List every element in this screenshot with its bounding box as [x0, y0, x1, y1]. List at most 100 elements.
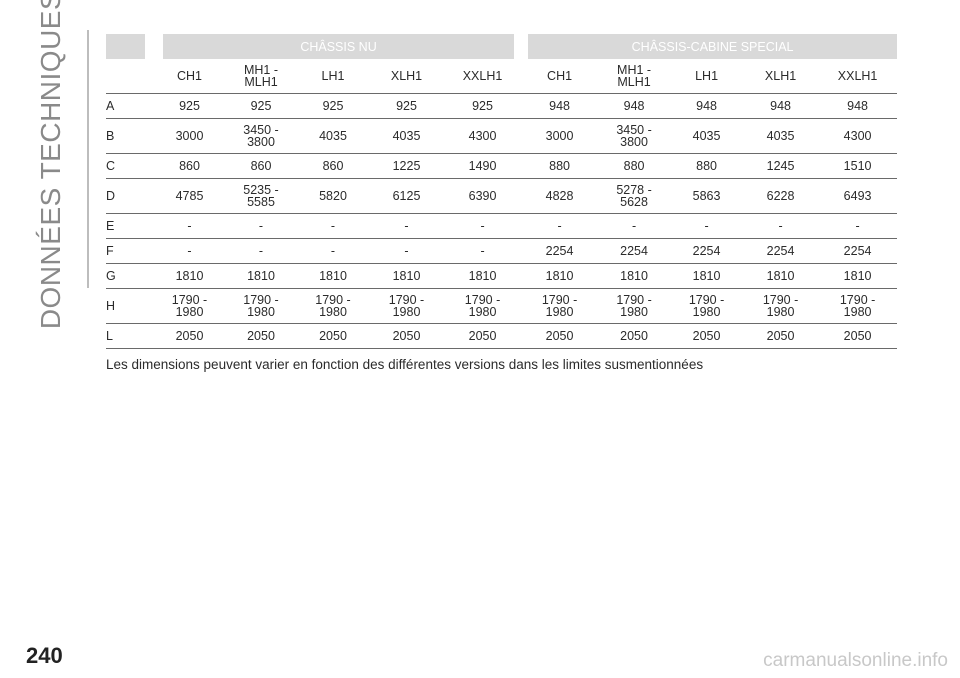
row-label: G: [106, 263, 154, 289]
table-cell: -: [369, 213, 444, 239]
column-header: CH1: [521, 59, 599, 94]
table-cell: 3000: [154, 118, 225, 154]
table-row: E----------: [106, 213, 898, 239]
table-cell: 1790 -1980: [369, 288, 444, 324]
column-header: MH1 - MLH1: [225, 59, 297, 94]
table-cell: 860: [154, 153, 225, 179]
table-cell: 2050: [598, 323, 671, 349]
table-row: D 4785 5235 -5585 5820 6125 6390 4828 5278 -562…: [106, 178, 898, 214]
table-cell: 4035: [369, 118, 444, 154]
table-cell: 1245: [743, 153, 819, 179]
table-cell: 2050: [154, 323, 225, 349]
table-row: A 925 925 925 925 925 948 948 948 948 948: [106, 93, 898, 119]
table-cell: 6228: [743, 178, 819, 214]
group-header-chassis-cabine: CHÂSSIS-CABINE SPECIAL: [521, 34, 898, 59]
table-cell: 4035: [743, 118, 819, 154]
section-divider: [87, 30, 89, 288]
table-cell: 4035: [670, 118, 744, 154]
table-cell: -: [598, 213, 671, 239]
table-cell: 2050: [670, 323, 744, 349]
column-header: XXLH1: [444, 59, 522, 94]
table-cell: -: [444, 238, 522, 264]
section-title: DONNÉES TECHNIQUES: [20, 0, 82, 329]
table-cell: -: [743, 213, 819, 239]
table-cell: 1790 -1980: [297, 288, 369, 324]
row-label: L: [106, 323, 154, 349]
table-cell: 4785: [154, 178, 225, 214]
table-cell: 2254: [818, 238, 898, 264]
group-header-chassis-nu: CHÂSSIS NU: [154, 34, 529, 59]
table-cell: 5863: [670, 178, 744, 214]
table-cell: 1790 -1980: [670, 288, 744, 324]
table-cell: 925: [369, 93, 444, 119]
table-cell: 2050: [818, 323, 898, 349]
table-cell: 2050: [225, 323, 297, 349]
watermark: carmanualsonline.info: [763, 650, 948, 671]
row-label: F: [106, 238, 154, 264]
table-cell: 1790 -1980: [598, 288, 671, 324]
table-cell: 1510: [818, 153, 898, 179]
table-cell: 4828: [521, 178, 599, 214]
table-cell: 880: [670, 153, 744, 179]
table-cell: 2050: [444, 323, 522, 349]
column-header: LH1: [670, 59, 744, 94]
row-label: E: [106, 213, 154, 239]
row-label: C: [106, 153, 154, 179]
table-cell: 860: [225, 153, 297, 179]
table-cell: -: [670, 213, 744, 239]
table-row: G 1810 1810 1810 1810 1810 1810 1810 1810 1810 181…: [106, 263, 898, 289]
table-cell: 3000: [521, 118, 599, 154]
table-cell: 3450 -3800: [598, 118, 671, 154]
table-row: F - - - - -2254 2254 2254 2254 2254: [106, 238, 898, 264]
page-number: 240: [26, 643, 63, 668]
table-cell: -: [297, 213, 369, 239]
table-row: B 3000 3450 -3800 4035 4035 4300 3000 3450 -380…: [106, 118, 898, 154]
table-cell: 925: [225, 93, 297, 119]
column-header-row: CH1 MH1 - MLH1 LH1 XLH1 XXLH1 CH1 MH1 - MLH1 LH1 X…: [106, 59, 898, 94]
table-cell: -: [818, 213, 898, 239]
table-row: L 2050 2050 2050 2050 2050 2050 2050 2050 2050 205…: [106, 323, 898, 349]
table-cell: 1490: [444, 153, 522, 179]
column-header: LH1: [297, 59, 369, 94]
table-cell: -: [225, 213, 297, 239]
table-cell: 880: [598, 153, 671, 179]
table-cell: 2050: [369, 323, 444, 349]
table-cell: 4300: [444, 118, 522, 154]
table-cell: 2254: [521, 238, 599, 264]
table-cell: 4035: [297, 118, 369, 154]
table-cell: 2050: [297, 323, 369, 349]
table-cell: 6125: [369, 178, 444, 214]
table-cell: -: [444, 213, 522, 239]
table-cell: 5278 -5628: [598, 178, 671, 214]
table-cell: 1810: [297, 263, 369, 289]
row-label: A: [106, 93, 154, 119]
table-cell: 1225: [369, 153, 444, 179]
table-cell: 2254: [598, 238, 671, 264]
table-cell: 1810: [225, 263, 297, 289]
column-header-blank: [106, 59, 154, 94]
table-cell: 860: [297, 153, 369, 179]
group-header-row: CHÂSSIS NU CHÂSSIS-CABINE SPECIAL: [106, 34, 898, 59]
table-cell: 5235 -5585: [225, 178, 297, 214]
table-cell: 925: [297, 93, 369, 119]
column-header: MH1 - MLH1: [598, 59, 671, 94]
table-cell: 948: [521, 93, 599, 119]
table-cell: 1810: [369, 263, 444, 289]
table-cell: 880: [521, 153, 599, 179]
table-cell: 948: [818, 93, 898, 119]
group-header-blank: [106, 34, 163, 59]
table-cell: -: [521, 213, 599, 239]
table-cell: 1790 -1980: [444, 288, 522, 324]
table-cell: 2254: [670, 238, 744, 264]
table-cell: 925: [444, 93, 522, 119]
table-cell: 1810: [743, 263, 819, 289]
column-header: CH1: [154, 59, 225, 94]
table-cell: 2254: [743, 238, 819, 264]
column-header: XLH1: [743, 59, 819, 94]
table-cell: 1810: [598, 263, 671, 289]
table-cell: 2050: [743, 323, 819, 349]
table-cell: 1790 -1980: [154, 288, 225, 324]
table-cell: 1790 -1980: [521, 288, 599, 324]
table-cell: 1790 -1980: [743, 288, 819, 324]
table-cell: -: [225, 238, 297, 264]
